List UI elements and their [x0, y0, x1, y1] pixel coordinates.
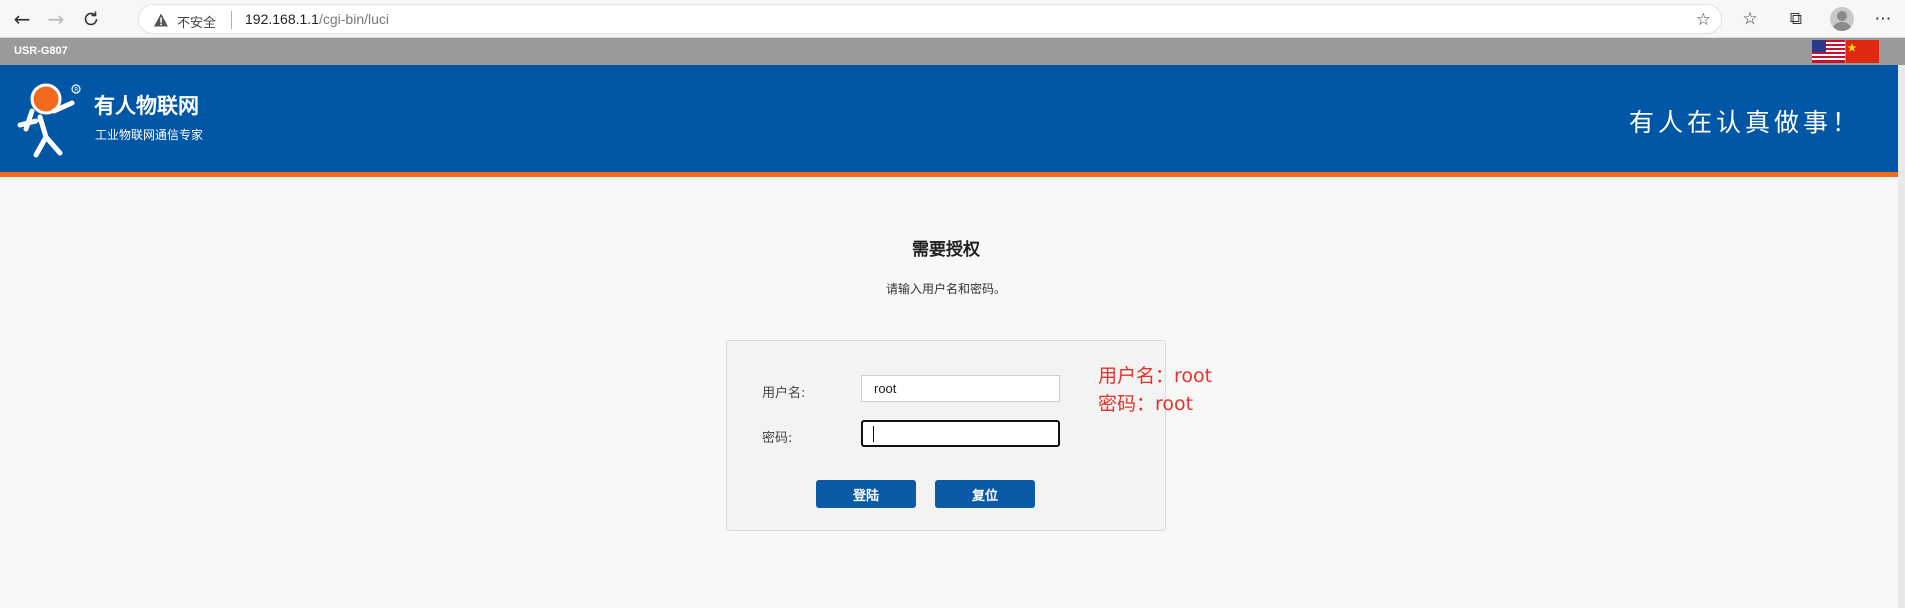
browser-toolbar: ← → 不安全 192.168.1.1/cgi-bin/luci ☆ ☆ ⧉ ⋯: [0, 0, 1905, 38]
usr-logo-icon: R: [17, 83, 81, 158]
url-host: 192.168.1.1: [245, 11, 319, 27]
site-header: R 有人物联网 工业物联网通信专家 有人在认真做事！: [0, 65, 1905, 177]
text-caret: [873, 426, 874, 442]
page-title: 需要授权: [912, 240, 980, 260]
page-scrollbar[interactable]: [1898, 65, 1905, 608]
warning-icon[interactable]: [153, 12, 169, 28]
svg-text:R: R: [74, 86, 78, 93]
password-label: 密码:: [762, 431, 793, 446]
brand-tagline: 工业物联网通信专家: [95, 128, 204, 142]
url-path: /cgi-bin/luci: [318, 11, 389, 27]
address-bar[interactable]: 不安全 192.168.1.1/cgi-bin/luci ☆: [138, 4, 1722, 34]
insecure-label: 不安全: [177, 15, 217, 30]
add-favorite-icon[interactable]: ☆: [1696, 10, 1711, 30]
top-info-bar: USR-G807: [0, 38, 1905, 65]
page-instruction: 请输入用户名和密码。: [885, 282, 1006, 296]
favorites-icon[interactable]: ☆: [1737, 6, 1763, 32]
forward-icon[interactable]: →: [43, 6, 69, 32]
credentials-note-username: 用户名：root: [1098, 365, 1213, 387]
reload-icon[interactable]: [78, 6, 104, 32]
password-input[interactable]: [861, 420, 1060, 447]
slogan: 有人在认真做事！: [1628, 108, 1861, 137]
brand-name: 有人物联网: [94, 94, 199, 118]
username-label: 用户名:: [762, 386, 806, 401]
china-flag-icon[interactable]: [1846, 40, 1879, 63]
profile-avatar[interactable]: [1830, 7, 1854, 31]
back-icon[interactable]: ←: [9, 6, 35, 32]
us-flag-icon[interactable]: [1812, 40, 1845, 63]
address-separator: [231, 11, 232, 29]
url-text[interactable]: 192.168.1.1/cgi-bin/luci: [245, 11, 389, 27]
login-button[interactable]: 登陆: [816, 480, 916, 508]
collections-icon[interactable]: ⧉: [1783, 6, 1809, 32]
username-input[interactable]: root: [861, 375, 1060, 402]
credentials-note-password: 密码：root: [1098, 393, 1194, 415]
reset-button[interactable]: 复位: [935, 480, 1035, 508]
reload-icon-glyph: [84, 11, 98, 26]
device-model: USR-G807: [14, 45, 68, 57]
more-menu-icon[interactable]: ⋯: [1870, 6, 1896, 32]
